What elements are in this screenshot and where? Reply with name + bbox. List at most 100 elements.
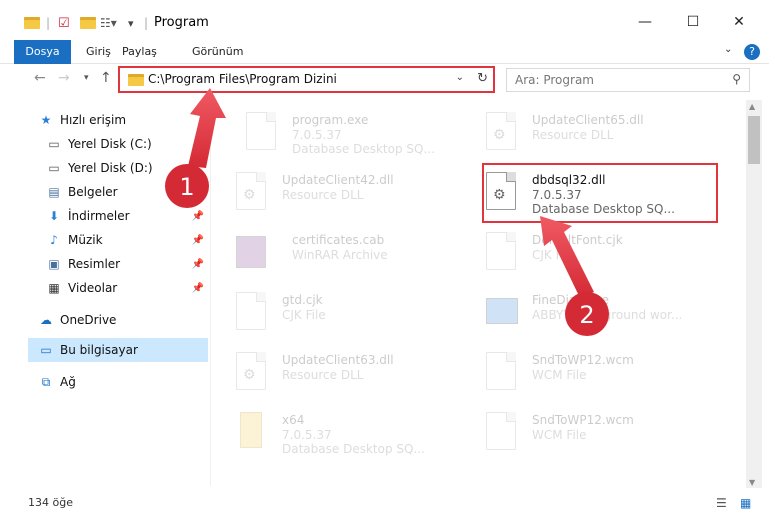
status-bar: 134 öğe ☰ ▦ — [0, 490, 769, 516]
pin-icon[interactable]: 📌 — [192, 235, 204, 246]
sidebar-item-label: Müzik — [68, 233, 103, 247]
computer-icon: ▭ — [40, 343, 52, 357]
pane-divider — [210, 104, 211, 486]
file-name: FineDiag.exe — [532, 293, 609, 307]
scroll-down-icon[interactable]: ▼ — [749, 478, 755, 487]
file-type: CJK File — [532, 248, 576, 262]
sidebar-item-videos[interactable]: ▦ Videolar 📌 — [46, 276, 208, 300]
scrollbar-thumb[interactable] — [748, 116, 760, 164]
pin-icon[interactable]: 📌 — [192, 259, 204, 270]
file-icon — [486, 352, 520, 394]
up-arrow-icon[interactable]: ↑ — [100, 70, 112, 86]
dll-icon: ⚙ — [236, 172, 270, 214]
pin-icon[interactable]: 📌 — [192, 283, 204, 294]
window-title: Program — [154, 15, 209, 30]
window-bottom — [0, 516, 769, 529]
folder-icon — [24, 13, 40, 33]
file-tile[interactable]: ⚙ UpdateClient65.dll Resource DLL — [472, 104, 712, 164]
music-icon: ♪ — [50, 233, 58, 247]
dll-icon: ⚙ — [236, 352, 270, 394]
customize-toolbar-icon[interactable]: ☷▾ — [100, 13, 117, 33]
sidebar-item-music[interactable]: ♪ Müzik 📌 — [46, 228, 208, 252]
sidebar-item-network[interactable]: ⧉ Ağ — [38, 370, 232, 394]
sidebar-item-quick-access[interactable]: ★ Hızlı erişim — [38, 108, 232, 132]
file-name: SndToWP12.wcm — [532, 353, 634, 367]
file-highlight-box — [482, 163, 718, 223]
sidebar-item-label: OneDrive — [60, 313, 117, 327]
file-tile[interactable]: DefaultFont.cjk CJK File — [472, 224, 712, 284]
ribbon: Dosya Giriş Paylaş Görünüm ⌄ ? — [0, 40, 769, 64]
sidebar-item-label: Yerel Disk (C:) — [68, 137, 152, 151]
archive-icon — [236, 232, 270, 274]
file-icon — [486, 412, 520, 454]
file-tile[interactable]: SndToWP12.wcm WCM File — [472, 344, 712, 404]
properties-icon[interactable]: ☑ — [58, 13, 70, 33]
details-view-icon[interactable]: ☰ — [716, 496, 727, 510]
file-type: WCM File — [532, 368, 587, 382]
search-placeholder: Ara: Program — [515, 73, 594, 87]
file-icon — [236, 292, 270, 334]
sidebar-item-onedrive[interactable]: ☁ OneDrive — [38, 308, 232, 332]
file-type: Resource DLL — [532, 128, 614, 142]
pictures-icon: ▣ — [48, 257, 60, 271]
file-name: UpdateClient65.dll — [532, 113, 644, 127]
file-name: x64 — [282, 413, 305, 427]
videos-icon: ▦ — [48, 281, 60, 295]
file-list: program.exe 7.0.5.37 Database Desktop SQ… — [222, 100, 742, 490]
file-tile[interactable]: SndToWP12.wcm WCM File — [472, 404, 712, 464]
file-tile[interactable]: ⚙ UpdateClient63.dll Resource DLL — [222, 344, 462, 404]
recent-locations-icon[interactable]: ▾ — [84, 73, 89, 83]
documents-icon: ▤ — [48, 185, 60, 199]
new-folder-icon[interactable] — [80, 13, 96, 33]
tab-file[interactable]: Dosya — [14, 40, 71, 64]
sidebar-item-documents[interactable]: ▤ Belgeler — [46, 180, 208, 204]
sidebar-item-label: Resimler — [68, 257, 121, 271]
maximize-button[interactable]: ☐ — [678, 10, 708, 34]
pin-icon[interactable]: 📌 — [192, 211, 204, 222]
sidebar-item-this-pc[interactable]: ▭ Bu bilgisayar — [28, 338, 208, 362]
file-tile[interactable]: program.exe 7.0.5.37 Database Desktop SQ… — [232, 104, 472, 164]
tab-home[interactable]: Giriş — [82, 40, 115, 64]
tiles-view-icon[interactable]: ▦ — [740, 496, 751, 510]
help-icon[interactable]: ? — [744, 44, 760, 60]
file-icon — [486, 232, 520, 274]
file-tile[interactable]: ⚙ UpdateClient42.dll Resource DLL — [222, 164, 462, 224]
search-icon[interactable]: ⚲ — [732, 72, 741, 86]
title-bar: | ☑ ☷▾ ▾ | Program — ☐ ✕ — [0, 0, 769, 40]
address-highlight-box — [118, 66, 495, 93]
file-version: 7.0.5.37 — [292, 128, 342, 142]
tab-share[interactable]: Paylaş — [118, 40, 161, 64]
file-tile[interactable]: FineDiag.exe ABBYY Background wor... — [472, 284, 712, 344]
sidebar-item-local-disk-c[interactable]: ▭ Yerel Disk (C:) — [46, 132, 208, 156]
forward-arrow-icon[interactable]: → — [58, 70, 70, 86]
file-name: SndToWP12.wcm — [532, 413, 634, 427]
file-type: WinRAR Archive — [292, 248, 388, 262]
file-version: 7.0.5.37 — [282, 428, 332, 442]
scroll-up-icon[interactable]: ▲ — [749, 102, 755, 111]
sidebar-item-pictures[interactable]: ▣ Resimler 📌 — [46, 252, 208, 276]
file-tile[interactable]: certificates.cab WinRAR Archive — [222, 224, 462, 284]
sidebar-item-local-disk-d[interactable]: ▭ Yerel Disk (D:) — [46, 156, 208, 180]
download-icon: ⬇ — [48, 209, 60, 223]
toolbar-dropdown-icon[interactable]: ▾ — [128, 13, 134, 33]
sidebar-item-label: Videolar — [68, 281, 118, 295]
sidebar-item-label: İndirmeler — [68, 209, 130, 223]
exe-icon — [246, 112, 280, 154]
file-tile[interactable]: gtd.cjk CJK File — [222, 284, 462, 344]
tab-view[interactable]: Görünüm — [188, 40, 247, 64]
expand-ribbon-icon[interactable]: ⌄ — [724, 44, 732, 55]
minimize-button[interactable]: — — [630, 10, 660, 34]
close-button[interactable]: ✕ — [724, 10, 754, 34]
dll-icon: ⚙ — [486, 112, 520, 154]
file-tile[interactable]: x64 7.0.5.37 Database Desktop SQ... — [222, 404, 462, 464]
file-description: Database Desktop SQ... — [292, 142, 435, 156]
back-arrow-icon[interactable]: ← — [34, 70, 46, 86]
sidebar-item-downloads[interactable]: ⬇ İndirmeler 📌 — [46, 204, 208, 228]
sidebar-item-label: Belgeler — [68, 185, 118, 199]
search-input[interactable]: Ara: Program ⚲ — [506, 68, 750, 92]
star-icon: ★ — [40, 113, 52, 127]
folder-icon — [236, 412, 270, 454]
file-name: gtd.cjk — [282, 293, 323, 307]
file-type: CJK File — [282, 308, 326, 322]
drive-icon: ▭ — [48, 137, 60, 151]
